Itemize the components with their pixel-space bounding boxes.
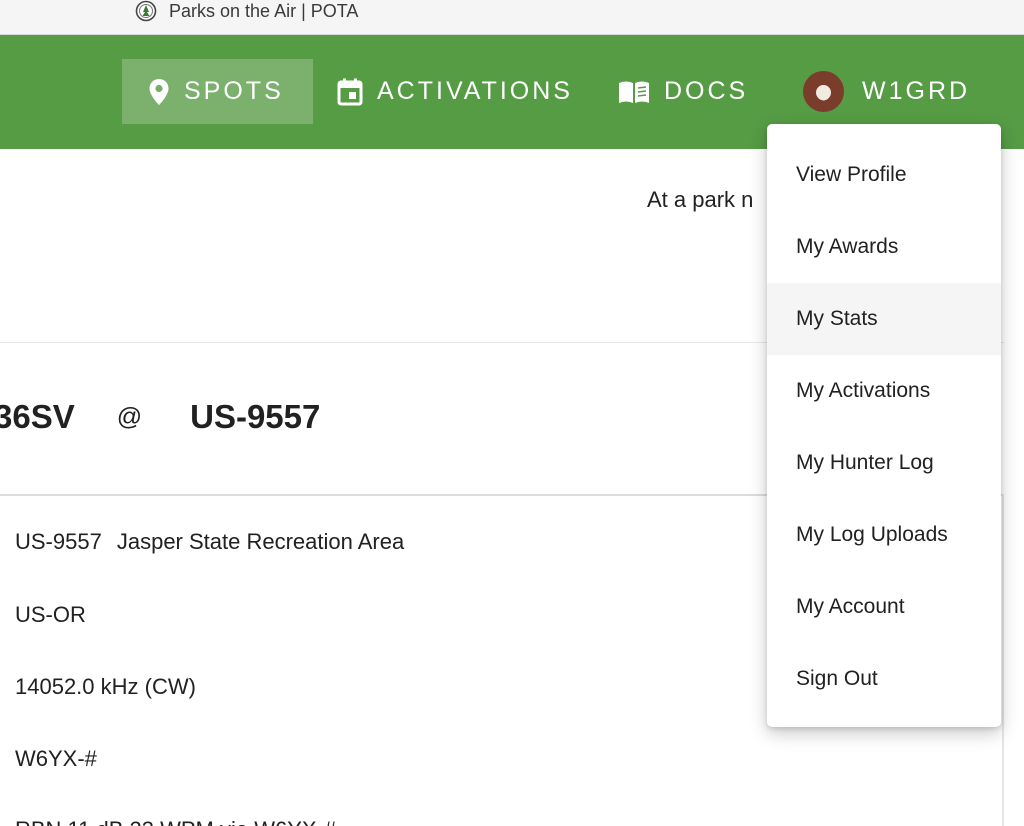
spot-park-ref[interactable]: US-9557 [190,398,320,435]
user-dropdown-menu: View Profile My Awards My Stats My Activ… [767,124,1001,727]
menu-item-my-activations[interactable]: My Activations [767,355,1001,427]
menu-item-my-hunter-log[interactable]: My Hunter Log [767,427,1001,499]
nav-docs[interactable]: DOCS [618,59,748,124]
detail-comment: RBN 11 dB 23 WPM via W6YX-# [15,817,336,826]
book-icon [619,81,649,103]
menu-item-my-account[interactable]: My Account [767,571,1001,643]
user-menu-toggle[interactable]: W1GRD [803,59,970,124]
detail-location: US-OR [15,602,86,627]
nav-spots[interactable]: SPOTS [122,59,313,124]
detail-frequency: 14052.0 kHz (CW) [15,674,196,699]
menu-item-my-awards[interactable]: My Awards [767,211,1001,283]
spot-at-symbol: @ [116,403,143,431]
spot-callsign[interactable]: 36SV [0,398,75,435]
detail-park: US-9557 Jasper State Recreation Area [15,529,404,555]
browser-tab-bar: Parks on the Air | POTA [0,0,1024,35]
nav-activations-label: ACTIVATIONS [377,77,573,105]
spot-header: 36SV @ US-9557 [0,398,320,436]
avatar [803,71,844,112]
map-pin-icon [149,78,169,105]
nav-spots-label: SPOTS [184,77,284,105]
nav-docs-label: DOCS [664,77,749,105]
card-border [1002,494,1004,826]
calendar-icon [337,78,363,105]
browser-tab-title[interactable]: Parks on the Air | POTA [169,1,358,22]
detail-spotter: W6YX-# [15,746,97,771]
menu-item-view-profile[interactable]: View Profile [767,139,1001,211]
user-callsign: W1GRD [862,77,971,105]
park-note-text: At a park n [647,187,754,212]
pota-logo-icon [135,0,157,22]
menu-item-my-log-uploads[interactable]: My Log Uploads [767,499,1001,571]
menu-item-my-stats[interactable]: My Stats [767,283,1001,355]
detail-park-name[interactable]: Jasper State Recreation Area [117,529,404,554]
menu-item-sign-out[interactable]: Sign Out [767,643,1001,715]
nav-activations[interactable]: ACTIVATIONS [337,59,573,124]
detail-park-ref[interactable]: US-9557 [15,529,102,554]
